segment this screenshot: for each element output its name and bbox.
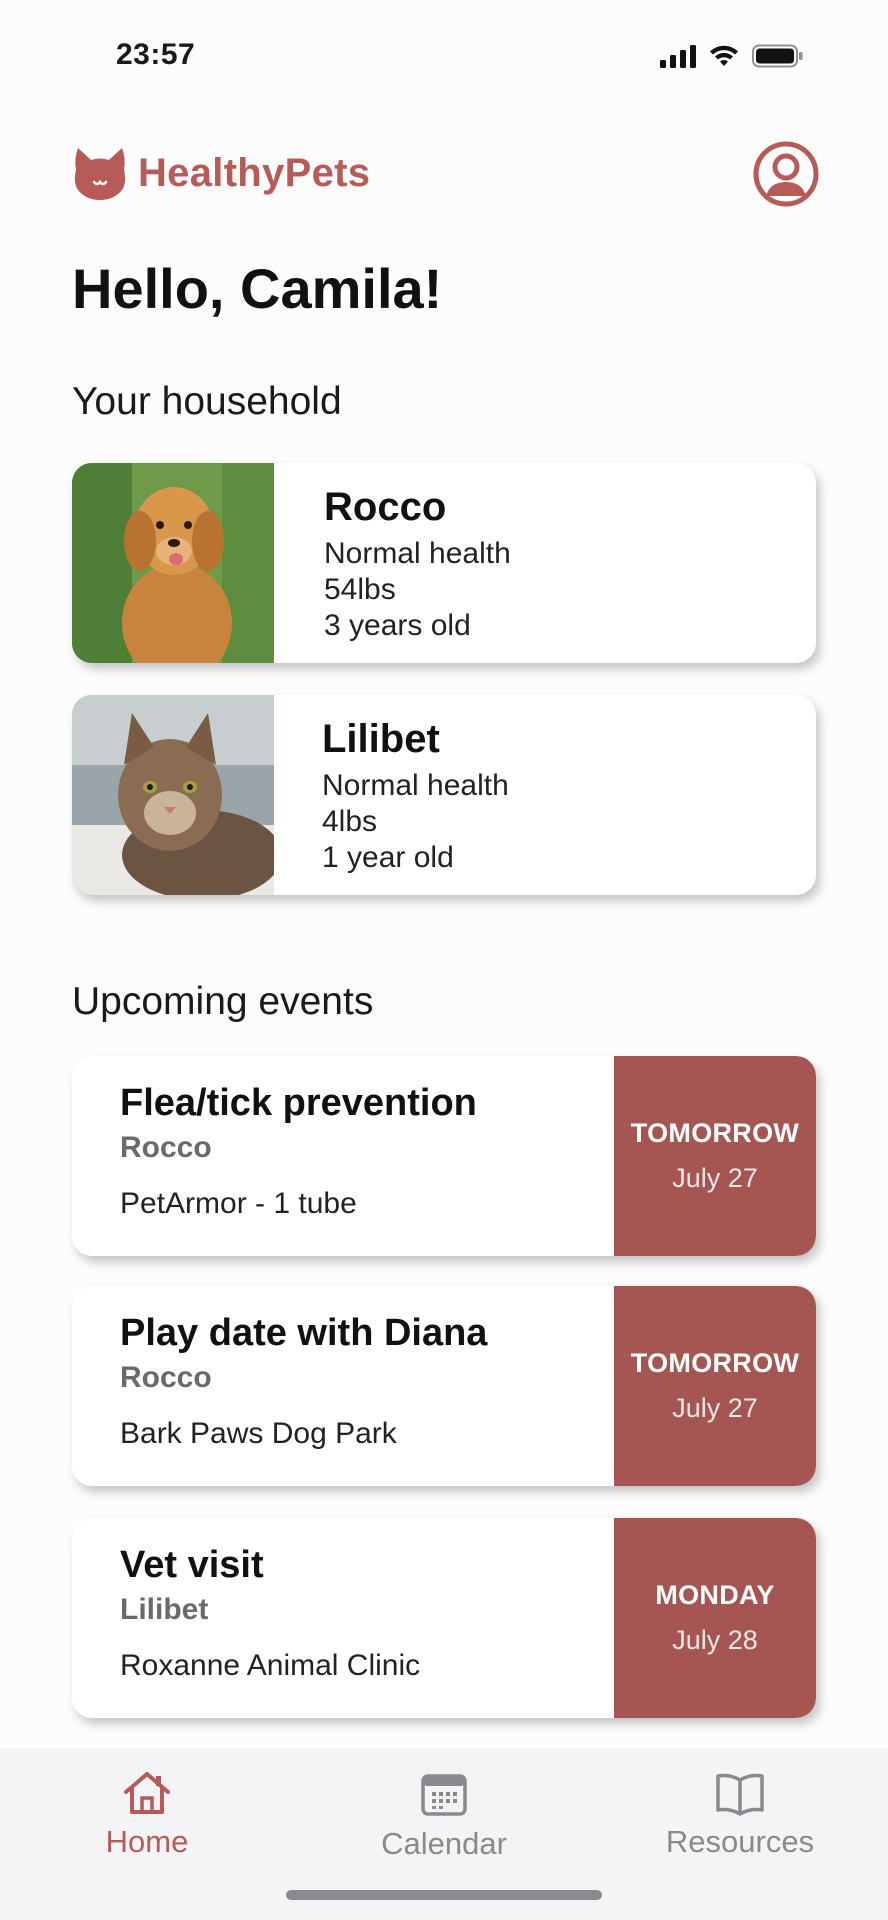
pet-info: Lilibet Normal health 4lbs 1 year old xyxy=(322,717,509,876)
tab-resources[interactable]: Resources xyxy=(640,1770,840,1860)
pet-name: Rocco xyxy=(324,485,447,529)
pet-age: 1 year old xyxy=(322,841,454,874)
greeting: Hello, Camila! xyxy=(72,257,443,320)
tab-label: Calendar xyxy=(381,1826,507,1861)
app-name: HealthyPets xyxy=(138,150,371,195)
event-detail: Roxanne Animal Clinic xyxy=(120,1649,421,1682)
event-title: Flea/tick prevention xyxy=(120,1082,477,1124)
tab-home[interactable]: Home xyxy=(47,1770,247,1860)
event-title: Vet visit xyxy=(120,1544,264,1586)
status-bar: 23:57 xyxy=(0,0,888,100)
event-info: Vet visit Lilibet Roxanne Animal Clinic xyxy=(120,1544,420,1683)
event-date: July 28 xyxy=(672,1625,758,1655)
event-pet: Rocco xyxy=(120,1131,212,1164)
event-detail: Bark Paws Dog Park xyxy=(120,1417,397,1450)
event-info: Flea/tick prevention Rocco PetArmor - 1 … xyxy=(120,1082,477,1221)
pet-photo-cat xyxy=(72,695,274,895)
event-card[interactable]: Flea/tick prevention Rocco PetArmor - 1 … xyxy=(72,1056,816,1256)
book-icon xyxy=(716,1773,764,1816)
event-card[interactable]: Play date with Diana Rocco Bark Paws Dog… xyxy=(72,1286,816,1486)
pet-card-lilibet[interactable]: Lilibet Normal health 4lbs 1 year old xyxy=(72,695,816,895)
event-day: MONDAY xyxy=(655,1580,775,1610)
event-card[interactable]: Vet visit Lilibet Roxanne Animal Clinic … xyxy=(72,1518,816,1718)
pet-health: Normal health xyxy=(324,537,511,570)
event-pet: Lilibet xyxy=(120,1593,209,1626)
tab-label: Home xyxy=(105,1824,189,1859)
event-date-badge: TOMORROW July 27 xyxy=(614,1056,816,1256)
app-logo[interactable]: HealthyPets xyxy=(72,144,370,202)
calendar-icon xyxy=(421,1774,467,1816)
wifi-icon xyxy=(710,45,738,66)
tab-label: Resources xyxy=(665,1824,815,1859)
pet-info: Rocco Normal health 54lbs 3 years old xyxy=(324,485,511,644)
event-date: July 27 xyxy=(672,1163,758,1193)
cat-logo-icon xyxy=(74,148,126,200)
profile-icon[interactable] xyxy=(752,140,820,208)
household-title: Your household xyxy=(72,380,342,423)
event-info: Play date with Diana Rocco Bark Paws Dog… xyxy=(120,1312,487,1451)
event-day: TOMORROW xyxy=(630,1118,800,1148)
house-icon xyxy=(124,1772,170,1814)
pet-photo-dog xyxy=(72,463,274,663)
pet-health: Normal health xyxy=(322,769,509,802)
event-detail: PetArmor - 1 tube xyxy=(120,1187,357,1220)
event-title: Play date with Diana xyxy=(120,1312,488,1354)
home-indicator[interactable] xyxy=(286,1890,602,1900)
event-date: July 27 xyxy=(672,1393,758,1423)
event-pet: Rocco xyxy=(120,1361,212,1394)
pet-weight: 4lbs xyxy=(322,805,378,838)
pet-weight: 54lbs xyxy=(324,573,396,606)
battery-icon xyxy=(752,44,803,68)
pet-name: Lilibet xyxy=(322,717,440,761)
tab-calendar[interactable]: Calendar xyxy=(344,1770,544,1862)
app-header: HealthyPets xyxy=(0,140,888,210)
events-title: Upcoming events xyxy=(72,980,374,1023)
cellular-signal-icon xyxy=(660,44,696,68)
event-date-badge: MONDAY July 28 xyxy=(614,1518,816,1718)
event-date-badge: TOMORROW July 27 xyxy=(614,1286,816,1486)
pet-age: 3 years old xyxy=(324,609,471,642)
status-icons xyxy=(660,44,804,68)
status-time: 23:57 xyxy=(116,38,196,71)
event-day: TOMORROW xyxy=(630,1348,800,1378)
pet-card-rocco[interactable]: Rocco Normal health 54lbs 3 years old xyxy=(72,463,816,663)
